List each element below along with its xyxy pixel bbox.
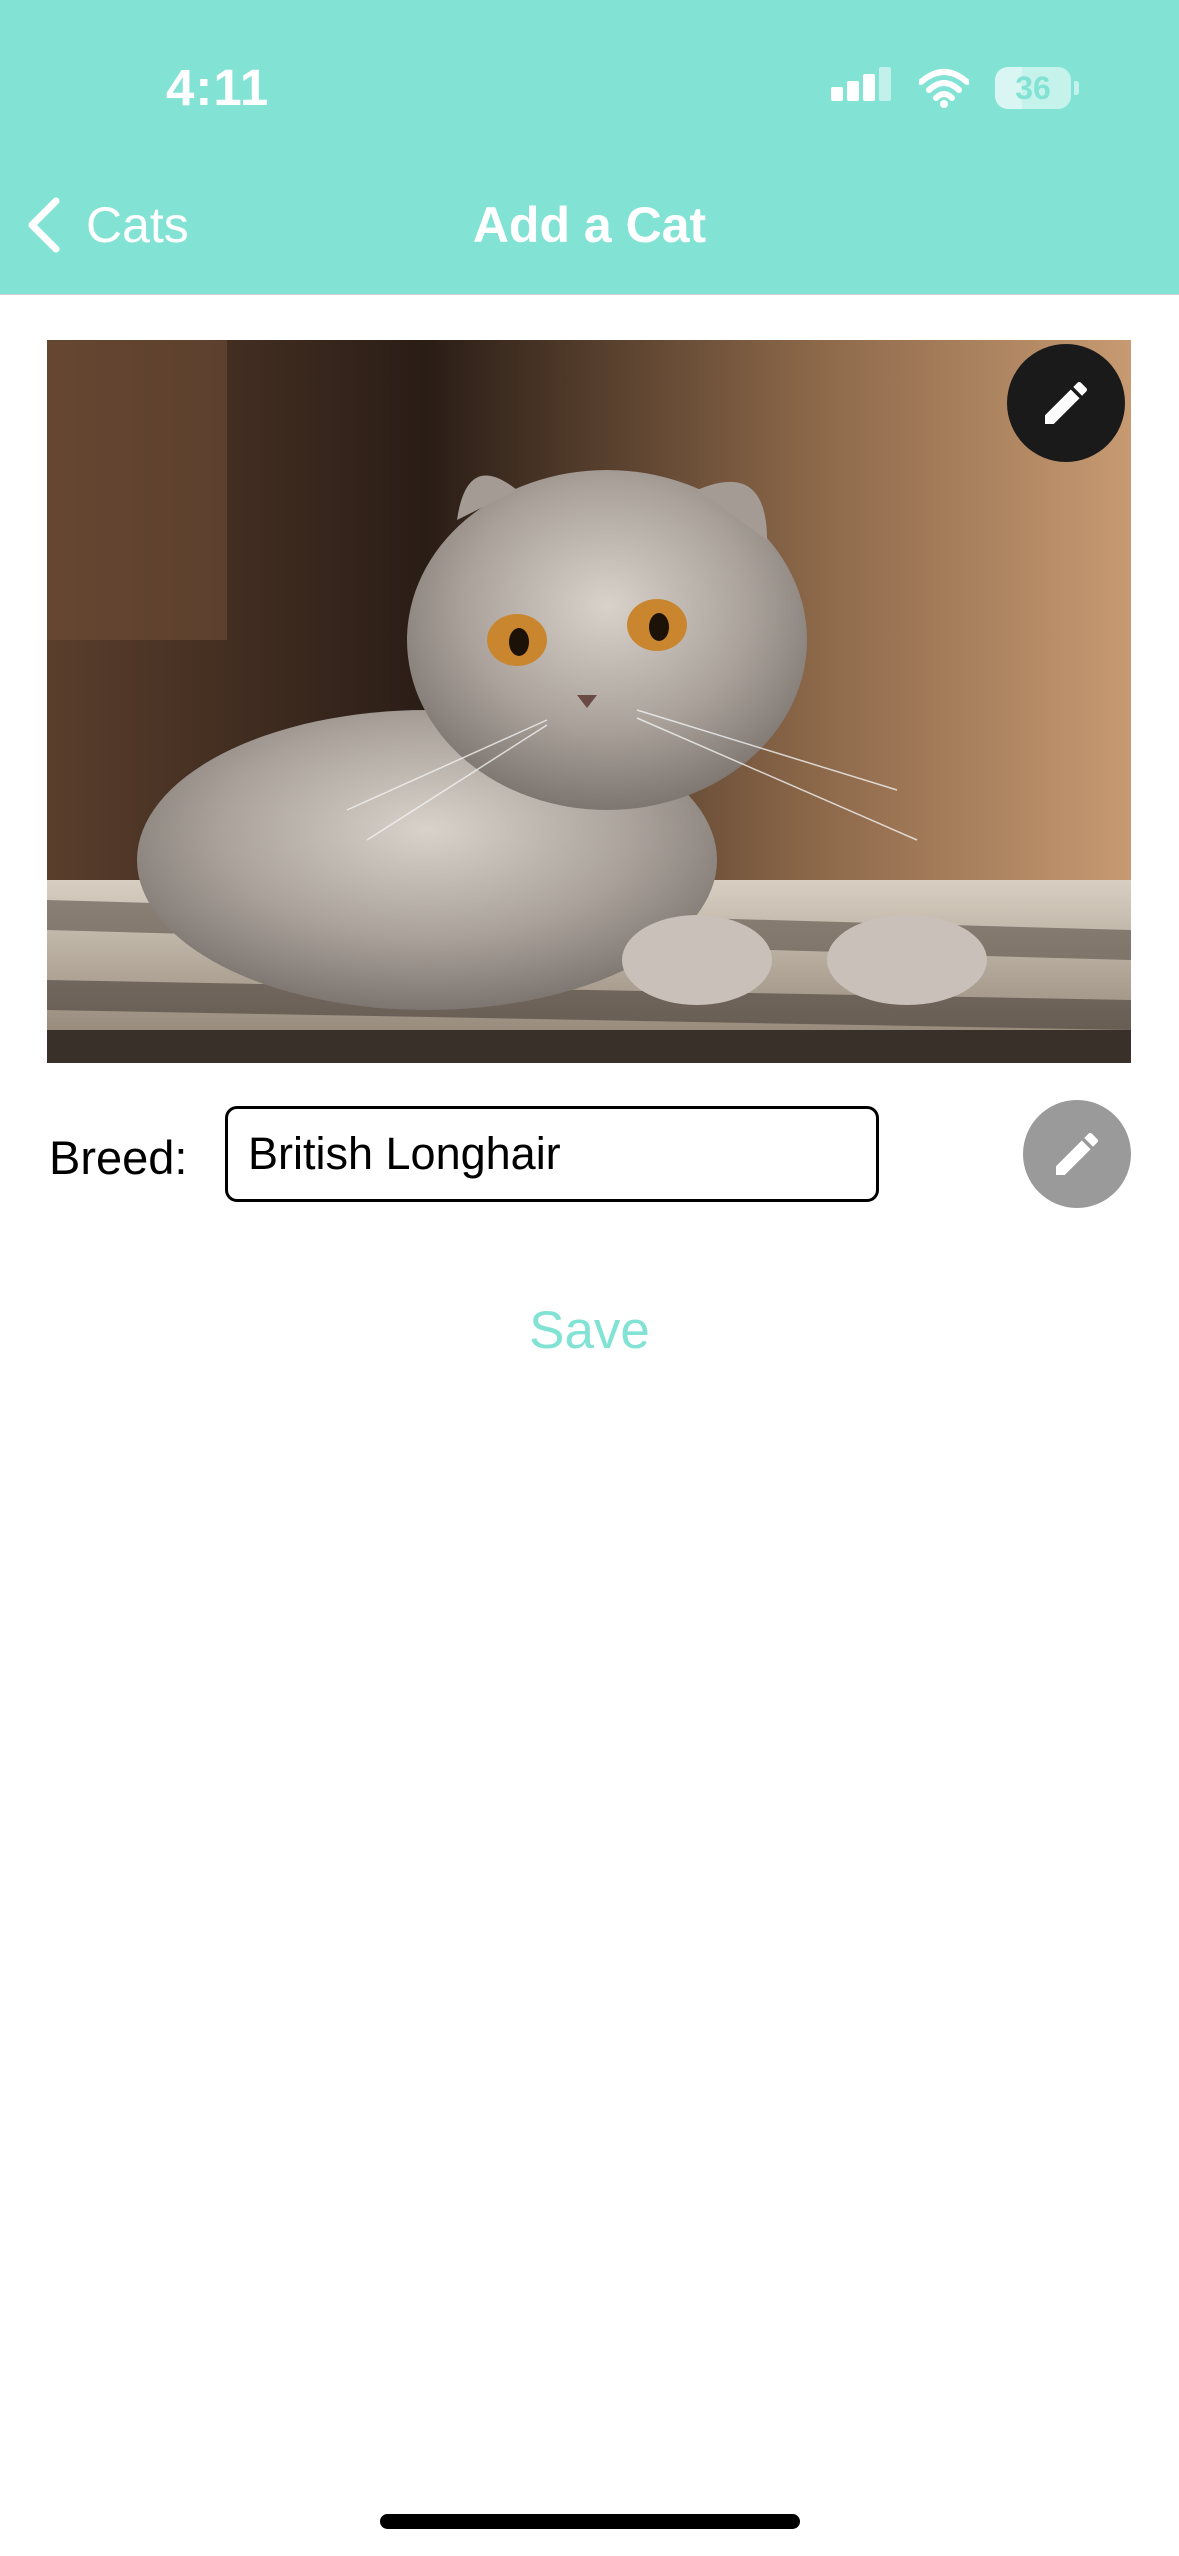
cat-photo xyxy=(47,340,1131,1063)
battery-icon: 36 xyxy=(995,67,1071,109)
signal-icon xyxy=(831,67,893,109)
wifi-icon xyxy=(919,69,969,108)
pencil-icon xyxy=(1045,381,1088,424)
breed-label: Breed: xyxy=(49,1131,188,1184)
battery-nub xyxy=(1074,81,1079,95)
status-time: 4:11 xyxy=(166,59,270,116)
home-indicator[interactable] xyxy=(380,2514,800,2529)
save-button[interactable]: Save xyxy=(0,1300,1179,1361)
photo-edit-button[interactable] xyxy=(1007,344,1125,462)
status-icons: 36 xyxy=(831,64,1079,112)
breed-input[interactable] xyxy=(225,1106,879,1202)
page-title: Add a Cat xyxy=(472,197,707,253)
battery-percentage: 36 xyxy=(1015,69,1051,106)
breed-row: Breed: xyxy=(47,1100,1131,1210)
pencil-icon xyxy=(1056,1132,1099,1175)
breed-edit-button[interactable] xyxy=(1023,1100,1131,1208)
cat-photo-image xyxy=(47,340,1131,1063)
navigation-header: 4:11 36 Cats Add a Cat xyxy=(0,0,1179,295)
